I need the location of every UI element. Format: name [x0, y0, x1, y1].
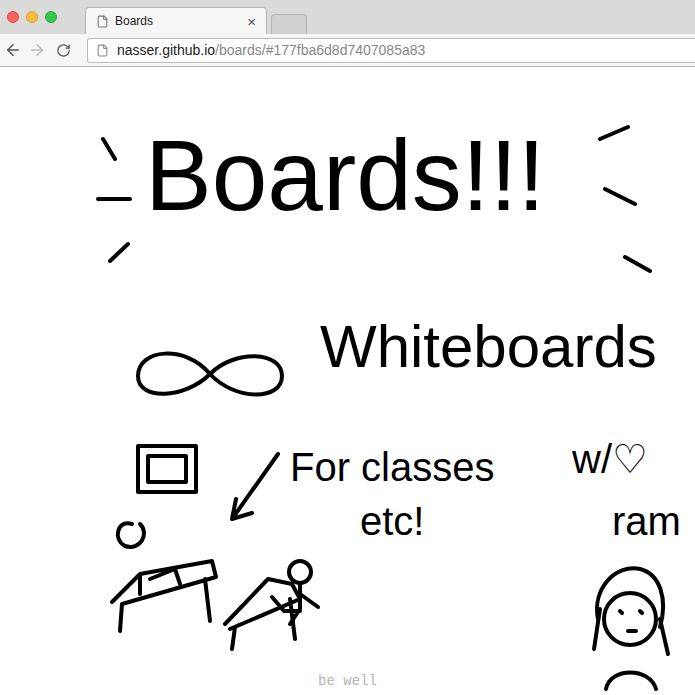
aside-note: w/♡ ram [572, 439, 681, 541]
tab-bar: Boards × [0, 0, 695, 34]
back-icon[interactable] [4, 41, 22, 59]
app: Boards × nasser.github.io/boards/#177fba6d… [0, 0, 695, 695]
address-bar[interactable]: nasser.github.io/boards/#177fba6d8d74070… [87, 38, 695, 63]
forward-icon[interactable] [28, 41, 46, 59]
close-button[interactable] [7, 11, 19, 23]
toolbar: nasser.github.io/boards/#177fba6d8d74070… [0, 34, 695, 67]
tab-close[interactable]: × [247, 14, 256, 29]
new-tab[interactable] [271, 14, 307, 34]
reload-icon[interactable] [56, 43, 71, 58]
url: nasser.github.io/boards/#177fba6d8d74070… [117, 40, 425, 61]
footer-text: be well [318, 671, 377, 692]
page-icon [96, 44, 109, 57]
note-line: etc! [360, 501, 424, 541]
tab-title: Boards [115, 15, 241, 27]
minimize-button[interactable] [26, 11, 38, 23]
board-title: Boards!!! [145, 125, 545, 225]
board-subtitle: Whiteboards [320, 317, 657, 377]
window-controls [7, 11, 77, 23]
browser-tab[interactable]: Boards × [85, 7, 267, 34]
board-canvas[interactable]: Boards!!! Whiteboards For classes etc! w/♡ ra… [0, 67, 695, 695]
aside-line: ram [572, 501, 681, 541]
aside-line: w/♡ [572, 439, 681, 479]
zoom-button[interactable] [45, 11, 57, 23]
note-line: For classes [290, 447, 495, 487]
page-icon [96, 15, 109, 28]
note: For classes etc! [290, 447, 495, 541]
